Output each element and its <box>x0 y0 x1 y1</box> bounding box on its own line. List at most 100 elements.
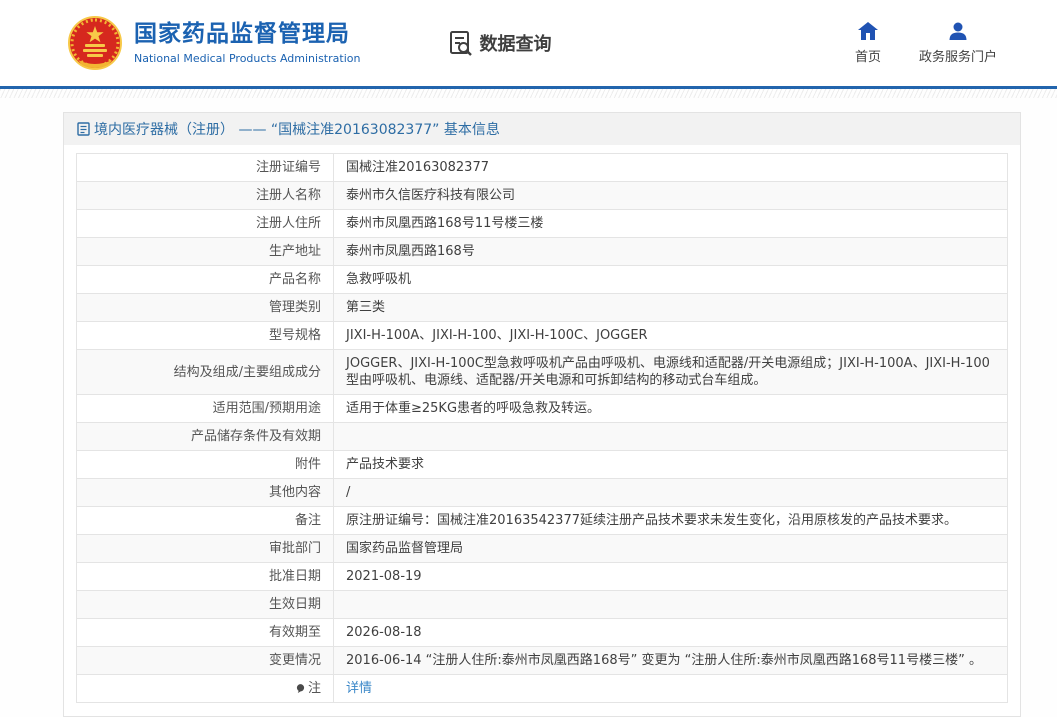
table-row: 其他内容 / <box>77 479 1008 507</box>
row-value <box>334 591 1008 619</box>
table-row: 注册证编号国械注准20163082377 <box>77 154 1008 182</box>
row-label-text: 有效期至 <box>269 625 321 640</box>
home-icon <box>858 22 878 40</box>
national-emblem-icon <box>68 16 122 70</box>
row-label-text: 附件 <box>295 457 321 472</box>
row-label: 注册人名称 <box>77 182 334 210</box>
row-label-text: 管理类别 <box>269 300 321 315</box>
row-label-text: 其他内容 <box>269 485 321 500</box>
table-row: 附件 产品技术要求 <box>77 451 1008 479</box>
row-label: 其他内容 <box>77 479 334 507</box>
table-row: 型号规格 JIXI-H-100A、JIXI-H-100、JIXI-H-100C、J… <box>77 322 1008 350</box>
document-icon <box>77 122 90 136</box>
page-title: 境内医疗器械（注册） —— “国械注准20163082377” 基本信息 <box>94 119 500 139</box>
table-body: 注册证编号国械注准20163082377注册人名称泰州市久信医疗科技有限公司注册… <box>77 154 1008 703</box>
row-label-text: 批准日期 <box>269 569 321 584</box>
row-label-text: 注 <box>308 681 321 696</box>
header-nav: 首页 政务服务门户 <box>855 22 997 65</box>
row-value: 泰州市凤凰西路168号 <box>334 238 1008 266</box>
row-label: 产品储存条件及有效期 <box>77 423 334 451</box>
row-value-text: 泰州市凤凰西路168号 <box>346 244 475 259</box>
panel-title-bar: 境内医疗器械（注册） —— “国械注准20163082377” 基本信息 <box>64 113 1020 145</box>
table-row: 审批部门国家药品监督管理局 <box>77 535 1008 563</box>
row-value: 2026-08-18 <box>334 619 1008 647</box>
logo-text: 国家药品监督管理局 National Medical Products Admi… <box>134 21 360 65</box>
content-panel: 境内医疗器械（注册） —— “国械注准20163082377” 基本信息 注册证… <box>63 112 1021 717</box>
table-row: 结构及组成/主要组成成分 JOGGER、JIXI-H-100C型急救呼吸机产品由呼… <box>77 350 1008 395</box>
table-row: 生产地址 泰州市凤凰西路168号 <box>77 238 1008 266</box>
row-label: 批准日期 <box>77 563 334 591</box>
row-value: 2021-08-19 <box>334 563 1008 591</box>
table-row: 注 详情 <box>77 675 1008 703</box>
note-icon <box>296 684 305 693</box>
row-label-text: 结构及组成/主要组成成分 <box>174 365 321 380</box>
row-value: 适用于体重≥25KG患者的呼吸急救及转运。 <box>334 395 1008 423</box>
row-value-text: 国械注准20163082377 <box>346 160 489 175</box>
row-value-text: 泰州市凤凰西路168号11号楼三楼 <box>346 216 543 231</box>
data-query-nav[interactable]: 数据查询 <box>448 30 551 56</box>
table-row: 管理类别第三类 <box>77 294 1008 322</box>
row-label-text: 适用范围/预期用途 <box>213 401 321 416</box>
page-header: 国家药品监督管理局 National Medical Products Admi… <box>0 0 1057 86</box>
row-value: / <box>334 479 1008 507</box>
row-label-text: 注册人名称 <box>256 188 321 203</box>
registration-info-table: 注册证编号国械注准20163082377注册人名称泰州市久信医疗科技有限公司注册… <box>76 153 1008 703</box>
row-label: 管理类别 <box>77 294 334 322</box>
row-label-text: 生产地址 <box>269 244 321 259</box>
row-value <box>334 423 1008 451</box>
row-value: 2016-06-14 “注册人住所:泰州市凤凰西路168号” 变更为 “注册人住… <box>334 647 1008 675</box>
row-value-text: JOGGER、JIXI-H-100C型急救呼吸机产品由呼吸机、电源线和适配器/开… <box>346 356 990 388</box>
row-value: 产品技术要求 <box>334 451 1008 479</box>
row-value: 详情 <box>334 675 1008 703</box>
nav-item-label: 首页 <box>855 46 881 65</box>
row-value: 国家药品监督管理局 <box>334 535 1008 563</box>
header-stripe-band <box>0 89 1057 98</box>
table-row: 产品名称 急救呼吸机 <box>77 266 1008 294</box>
row-value: 急救呼吸机 <box>334 266 1008 294</box>
row-label: 产品名称 <box>77 266 334 294</box>
row-label: 有效期至 <box>77 619 334 647</box>
table-row: 注册人住所 泰州市凤凰西路168号11号楼三楼 <box>77 210 1008 238</box>
row-value-text: 泰州市久信医疗科技有限公司 <box>346 188 515 203</box>
row-label: 变更情况 <box>77 647 334 675</box>
row-value: 泰州市凤凰西路168号11号楼三楼 <box>334 210 1008 238</box>
row-value-text: 国家药品监督管理局 <box>346 541 463 556</box>
table-row: 注册人名称 泰州市久信医疗科技有限公司 <box>77 182 1008 210</box>
detail-link[interactable]: 详情 <box>346 681 372 696</box>
nav-item-portal[interactable]: 政务服务门户 <box>919 22 997 65</box>
row-value-text: / <box>346 485 350 500</box>
row-label-text: 生效日期 <box>269 597 321 612</box>
row-label: 生产地址 <box>77 238 334 266</box>
row-value-text: JIXI-H-100A、JIXI-H-100、JIXI-H-100C、JOGGE… <box>346 328 648 343</box>
row-label-text: 备注 <box>295 513 321 528</box>
row-label-text: 产品名称 <box>269 272 321 287</box>
table-row: 批准日期 2021-08-19 <box>77 563 1008 591</box>
row-label-text: 注册人住所 <box>256 216 321 231</box>
table-row: 产品储存条件及有效期 <box>77 423 1008 451</box>
row-value-text: 急救呼吸机 <box>346 272 411 287</box>
row-value-text: 适用于体重≥25KG患者的呼吸急救及转运。 <box>346 401 600 416</box>
row-label-text: 产品储存条件及有效期 <box>191 429 321 444</box>
row-value: 国械注准20163082377 <box>334 154 1008 182</box>
row-value-text: 2016-06-14 “注册人住所:泰州市凤凰西路168号” 变更为 “注册人住… <box>346 653 982 668</box>
site-logo[interactable]: 国家药品监督管理局 National Medical Products Admi… <box>68 16 360 70</box>
site-title: 国家药品监督管理局 <box>134 21 360 49</box>
row-label: 生效日期 <box>77 591 334 619</box>
table-row: 有效期至 2026-08-18 <box>77 619 1008 647</box>
row-value: JOGGER、JIXI-H-100C型急救呼吸机产品由呼吸机、电源线和适配器/开… <box>334 350 1008 395</box>
row-value-text: 2026-08-18 <box>346 625 422 640</box>
row-value: 第三类 <box>334 294 1008 322</box>
table-row: 变更情况 2016-06-14 “注册人住所:泰州市凤凰西路168号” 变更为 “… <box>77 647 1008 675</box>
row-label-text: 型号规格 <box>269 328 321 343</box>
row-value-text: 产品技术要求 <box>346 457 424 472</box>
row-label: 附件 <box>77 451 334 479</box>
row-value: JIXI-H-100A、JIXI-H-100、JIXI-H-100C、JOGGE… <box>334 322 1008 350</box>
row-label: 注 <box>77 675 334 703</box>
row-label: 备注 <box>77 507 334 535</box>
nav-item-home[interactable]: 首页 <box>855 22 881 65</box>
table-row: 生效日期 <box>77 591 1008 619</box>
table-row: 备注原注册证编号：国械注准20163542377延续注册产品技术要求未发生变化，… <box>77 507 1008 535</box>
table-row: 适用范围/预期用途 适用于体重≥25KG患者的呼吸急救及转运。 <box>77 395 1008 423</box>
row-value: 原注册证编号：国械注准20163542377延续注册产品技术要求未发生变化，沿用… <box>334 507 1008 535</box>
row-label: 结构及组成/主要组成成分 <box>77 350 334 395</box>
